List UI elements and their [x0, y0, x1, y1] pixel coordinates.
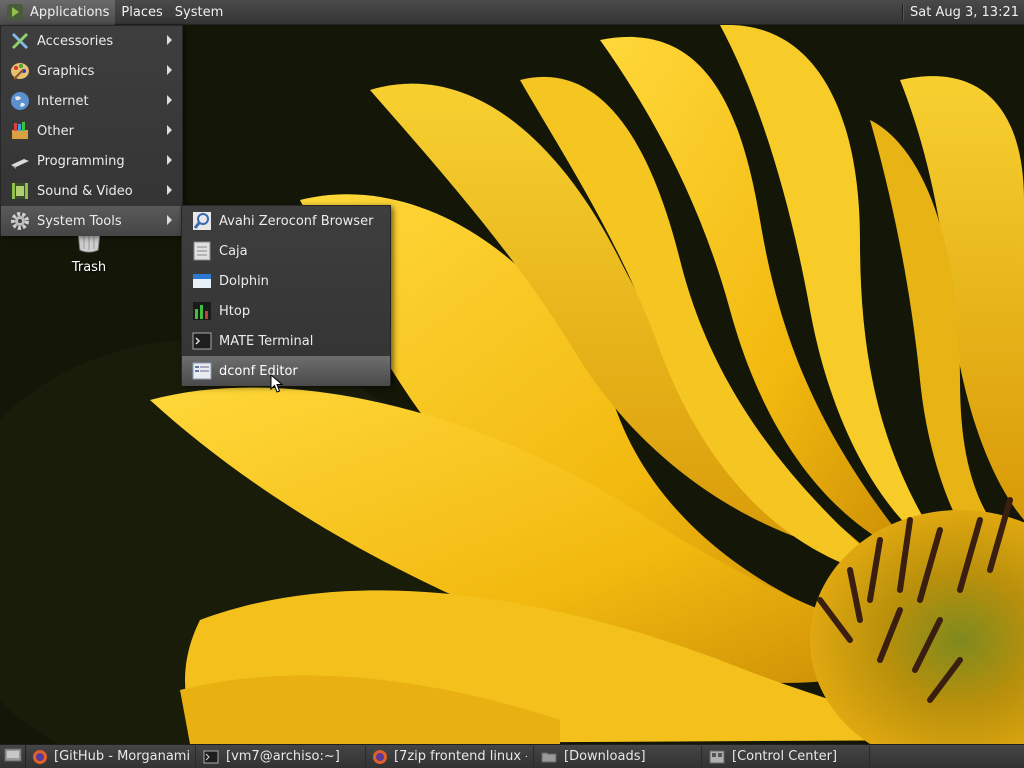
submenu-arrow-icon [167, 155, 172, 165]
folder-icon [540, 748, 558, 766]
submenu-arrow-icon [167, 215, 172, 225]
graphics-icon [9, 60, 31, 82]
other-icon [9, 120, 31, 142]
show-desktop-icon [4, 747, 22, 767]
firefox-icon [32, 748, 48, 766]
terminal-icon [202, 748, 220, 766]
system-menu-button[interactable]: System [169, 0, 229, 25]
menu-item-label: MATE Terminal [219, 333, 314, 349]
menu-item-htop[interactable]: Htop [182, 296, 390, 326]
system-tools-submenu: Avahi Zeroconf Browser Caja Dolphin Htop… [181, 205, 391, 386]
taskbar-item-label: [GitHub - Morganamil... [54, 749, 189, 764]
avahi-icon [191, 210, 213, 232]
top-panel: Applications Places System Sat Aug 3, 13… [0, 0, 1024, 25]
menu-item-internet[interactable]: Internet [1, 86, 182, 116]
applications-menu-button[interactable]: Applications [0, 0, 116, 25]
bottom-panel-taskbar: [GitHub - Morganamil... [vm7@archiso:~] … [0, 744, 1024, 768]
submenu-arrow-icon [167, 65, 172, 75]
menu-item-other[interactable]: Other [1, 116, 182, 146]
menu-item-mate-terminal[interactable]: MATE Terminal [182, 326, 390, 356]
menu-item-label: Dolphin [219, 273, 269, 289]
menu-item-label: dconf Editor [219, 363, 298, 379]
taskbar-item-downloads[interactable]: [Downloads] [534, 745, 702, 768]
dolphin-icon [191, 270, 213, 292]
applications-menu-label: Applications [30, 4, 110, 20]
taskbar-item-label: [7zip frontend linux - ... [394, 749, 527, 764]
taskbar-item-label: [vm7@archiso:~] [226, 749, 340, 764]
taskbar-item-terminal[interactable]: [vm7@archiso:~] [196, 745, 366, 768]
menu-item-avahi-zeroconf-browser[interactable]: Avahi Zeroconf Browser [182, 206, 390, 236]
taskbar-item-7zip-firefox[interactable]: [7zip frontend linux - ... [366, 745, 534, 768]
menu-item-label: Sound & Video [37, 183, 133, 199]
clock[interactable]: Sat Aug 3, 13:21 [910, 5, 1024, 20]
menu-item-dolphin[interactable]: Dolphin [182, 266, 390, 296]
places-menu-label: Places [121, 4, 163, 20]
menu-item-caja[interactable]: Caja [182, 236, 390, 266]
taskbar-item-label: [Control Center] [732, 749, 838, 764]
desktop-icon-trash[interactable]: Trash [58, 231, 120, 275]
applications-menu: Accessories Graphics Internet Other Prog… [0, 25, 183, 236]
taskbar-item-control-center[interactable]: [Control Center] [702, 745, 870, 768]
mate-logo-icon [6, 3, 24, 21]
menu-item-label: Graphics [37, 63, 95, 79]
system-menu-label: System [174, 4, 224, 20]
menu-item-label: Htop [219, 303, 251, 319]
mouse-pointer-icon [270, 373, 284, 398]
menu-item-label: System Tools [37, 213, 122, 229]
accessories-icon [9, 30, 31, 52]
places-menu-button[interactable]: Places [115, 0, 168, 25]
terminal-icon [191, 330, 213, 352]
programming-icon [9, 150, 31, 172]
menu-item-label: Internet [37, 93, 89, 109]
firefox-icon [372, 748, 388, 766]
menu-item-graphics[interactable]: Graphics [1, 56, 182, 86]
control-center-icon [708, 748, 726, 766]
menu-item-accessories[interactable]: Accessories [1, 26, 182, 56]
htop-icon [191, 300, 213, 322]
menu-item-label: Accessories [37, 33, 114, 49]
menu-item-label: Programming [37, 153, 125, 169]
dconf-icon [191, 360, 213, 382]
show-desktop-button[interactable] [0, 744, 26, 768]
taskbar-item-github-firefox[interactable]: [GitHub - Morganamil... [26, 745, 196, 768]
menu-item-sound-video[interactable]: Sound & Video [1, 176, 182, 206]
taskbar-item-label: [Downloads] [564, 749, 646, 764]
menu-item-dconf-editor[interactable]: dconf Editor [182, 356, 390, 386]
internet-globe-icon [9, 90, 31, 112]
menu-item-label: Other [37, 123, 74, 139]
panel-separator [902, 3, 905, 21]
submenu-arrow-icon [167, 185, 172, 195]
sound-video-icon [9, 180, 31, 202]
menu-item-programming[interactable]: Programming [1, 146, 182, 176]
submenu-arrow-icon [167, 125, 172, 135]
submenu-arrow-icon [167, 35, 172, 45]
submenu-arrow-icon [167, 95, 172, 105]
desktop-icon-label: Trash [71, 260, 107, 275]
menu-item-label: Caja [219, 243, 248, 259]
menu-item-system-tools[interactable]: System Tools [1, 206, 182, 236]
menu-item-label: Avahi Zeroconf Browser [219, 213, 374, 229]
caja-icon [191, 240, 213, 262]
system-tools-gear-icon [9, 210, 31, 232]
